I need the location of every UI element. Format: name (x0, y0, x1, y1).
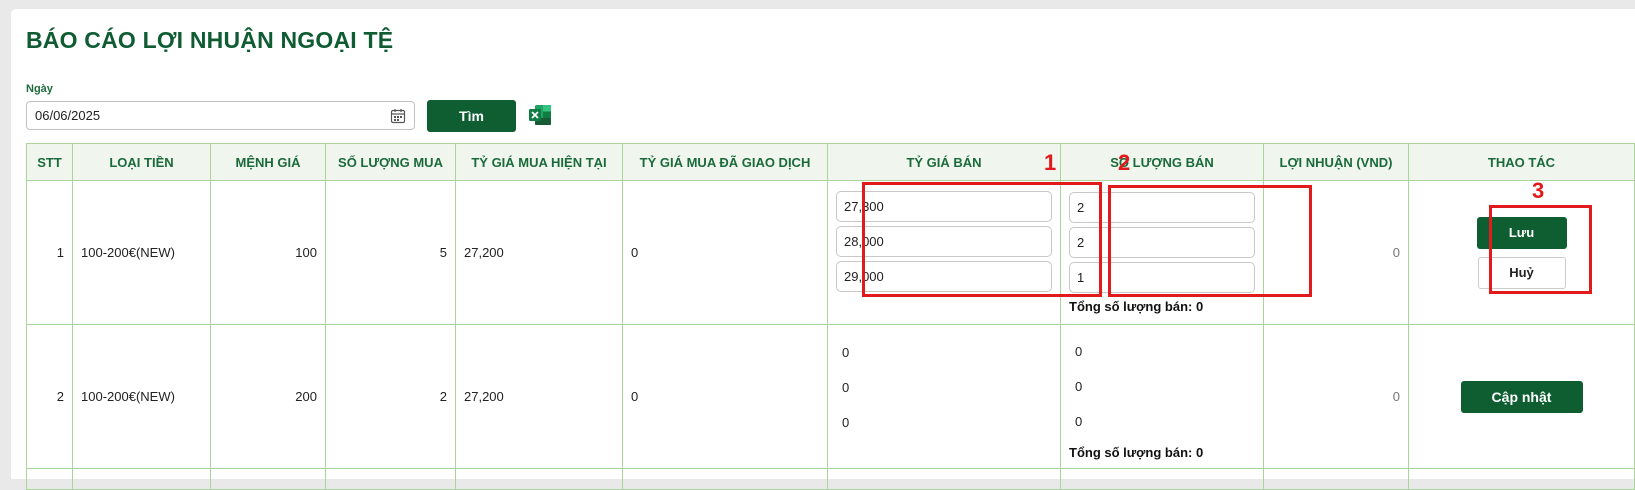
cell-empty (455, 468, 623, 490)
cell-actions: Cập nhật (1408, 324, 1635, 469)
cell-empty (622, 468, 828, 490)
sell-quantity-value: 0 (1075, 378, 1083, 394)
cell-current-buy-rate: 27,200 (455, 324, 623, 469)
table-header-row: STT LOẠI TIỀN MỆNH GIÁ SỐ LƯỢNG MUA TỶ G… (26, 143, 1635, 181)
cell-denomination: 200 (210, 324, 326, 469)
cell-stt: 1 (26, 180, 73, 325)
cell-sell-quantities: 0 0 0 Tổng số lượng bán: 0 (1060, 324, 1264, 469)
header-profit: LỢI NHUẬN (VND) (1263, 143, 1409, 181)
header-denomination: MỆNH GIÁ (210, 143, 326, 181)
sell-quantity-value: 0 (1075, 343, 1083, 359)
table-row (26, 468, 1635, 490)
date-input[interactable]: 06/06/2025 (26, 101, 415, 130)
annotation-box-sell-rate (862, 182, 1102, 297)
profit-table: STT LOẠI TIỀN MỆNH GIÁ SỐ LƯỢNG MUA TỶ G… (26, 143, 1635, 490)
cell-empty (210, 468, 326, 490)
cell-empty (1408, 468, 1635, 490)
header-stt: STT (26, 143, 73, 181)
update-button[interactable]: Cập nhật (1460, 380, 1583, 413)
cell-empty (72, 468, 211, 490)
cell-empty (1263, 468, 1409, 490)
cell-currency-type: 100-200€(NEW) (72, 324, 211, 469)
date-label: Ngày (26, 83, 53, 95)
annotation-marker-3: 3 (1532, 178, 1545, 203)
header-sell-rate: TỶ GIÁ BÁN (827, 143, 1061, 181)
cell-empty (1060, 468, 1264, 490)
total-sell-quantity: Tổng số lượng bán: 0 (1069, 298, 1204, 314)
cell-traded-buy-rate: 0 (622, 180, 828, 325)
cell-currency-type: 100-200€(NEW) (72, 180, 211, 325)
header-traded-buy-rate: TỶ GIÁ MUA ĐÃ GIAO DỊCH (622, 143, 828, 181)
header-current-buy-rate: TỶ GIÁ MUA HIỆN TẠI (455, 143, 623, 181)
date-value: 06/06/2025 (35, 108, 101, 123)
table-row: 2 100-200€(NEW) 200 2 27,200 0 0 0 0 0 0… (26, 324, 1635, 469)
cell-empty (827, 468, 1061, 490)
cell-buy-quantity: 2 (325, 324, 456, 469)
header-sell-quantity: SỐ LƯỢNG BÁN (1060, 143, 1264, 181)
total-sell-quantity: Tổng số lượng bán: 0 (1069, 444, 1204, 460)
annotation-marker-2: 2 (1118, 150, 1131, 175)
calendar-icon[interactable] (390, 108, 406, 124)
cell-denomination: 100 (210, 180, 326, 325)
annotation-marker-1: 1 (1044, 150, 1057, 175)
cell-profit: 0 (1263, 324, 1409, 469)
sell-quantity-value: 0 (1075, 413, 1083, 429)
cell-buy-quantity: 5 (325, 180, 456, 325)
cell-sell-rates: 0 0 0 (827, 324, 1061, 469)
cell-traded-buy-rate: 0 (622, 324, 828, 469)
cell-empty (325, 468, 456, 490)
header-actions: THAO TÁC (1408, 143, 1635, 181)
cell-current-buy-rate: 27,200 (455, 180, 623, 325)
sell-rate-value: 0 (842, 380, 850, 395)
header-buy-quantity: SỐ LƯỢNG MUA (325, 143, 456, 181)
excel-export-icon[interactable] (528, 104, 552, 126)
sell-rate-value: 0 (842, 415, 850, 430)
table-row: 1 100-200€(NEW) 100 5 27,200 0 27,300 28… (26, 180, 1635, 325)
annotation-box-sell-quantity (1108, 185, 1312, 297)
page-title: BÁO CÁO LỢI NHUẬN NGOẠI TỆ (26, 27, 394, 53)
search-button[interactable]: Tìm (427, 100, 516, 132)
header-currency-type: LOẠI TIỀN (72, 143, 211, 181)
cell-stt: 2 (26, 324, 73, 469)
sell-rate-value: 0 (842, 345, 850, 360)
cell-empty (26, 468, 73, 490)
annotation-box-actions (1489, 205, 1592, 294)
